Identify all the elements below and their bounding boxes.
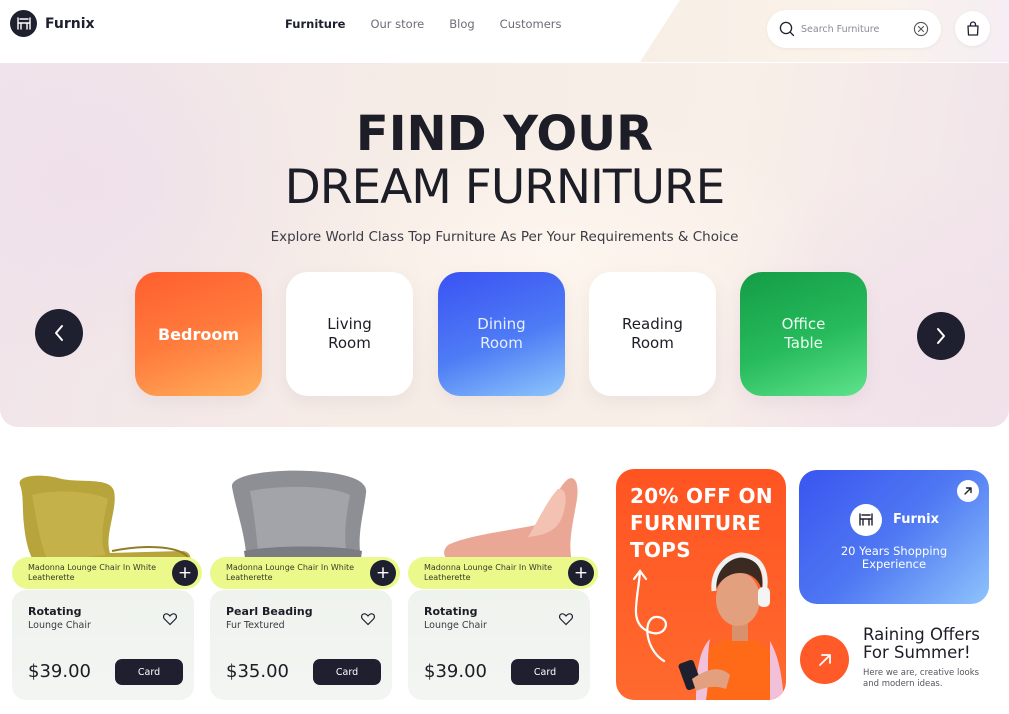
product-subtitle: Lounge Chair: [28, 620, 91, 631]
category-dining-room[interactable]: Dining Room: [438, 272, 565, 396]
product-tag: Madonna Lounge Chair In White Leatherett…: [408, 557, 598, 589]
offer-description: Here we are, creative looks and modern i…: [863, 668, 980, 689]
product-tag: Madonna Lounge Chair In White Leatherett…: [12, 557, 202, 589]
product-price: $35.00: [226, 661, 289, 682]
product-tag-text: Madonna Lounge Chair In White Leatherett…: [226, 563, 355, 582]
carousel-next-button[interactable]: [917, 312, 965, 360]
hero-title-line2: DREAM FURNITURE: [284, 160, 726, 215]
arrow-up-right-icon: [964, 487, 972, 495]
hero-subtitle: Explore World Class Top Furniture As Per…: [270, 229, 739, 245]
chevron-left-icon: [55, 325, 63, 341]
search-box[interactable]: [767, 10, 941, 48]
card-button[interactable]: Card: [313, 659, 381, 685]
product-name: Pearl Beading: [226, 605, 313, 618]
search-icon: [779, 21, 795, 37]
logo-text: Furnix: [45, 15, 95, 32]
promo-headline: 20% OFF ON FURNITURE TOPS: [630, 484, 773, 562]
heart-icon[interactable]: [558, 611, 574, 627]
card-button[interactable]: Card: [115, 659, 183, 685]
arrow-up-right-icon: [818, 653, 831, 666]
product-card[interactable]: Madonna Lounge Chair In White Leatherett…: [210, 465, 400, 701]
header: Furnix Furniture Our store Blog Customer…: [0, 0, 1009, 62]
nav-item-customers[interactable]: Customers: [500, 17, 562, 31]
add-to-cart-button[interactable]: +: [172, 560, 198, 586]
offer-button[interactable]: [800, 635, 849, 684]
carousel-prev-button[interactable]: [35, 309, 83, 357]
product-price: $39.00: [424, 661, 487, 682]
nav-item-our-store[interactable]: Our store: [370, 17, 424, 31]
nav-item-blog[interactable]: Blog: [449, 17, 474, 31]
category-label: Dining Room: [477, 315, 526, 352]
product-subtitle: Lounge Chair: [424, 620, 487, 631]
search-input[interactable]: [801, 23, 911, 35]
product-tag: Madonna Lounge Chair In White Leatherett…: [210, 557, 400, 589]
category-label: Living Room: [327, 315, 372, 352]
card-button[interactable]: Card: [511, 659, 579, 685]
category-bedroom[interactable]: Bedroom: [135, 272, 262, 396]
product-name: Rotating: [424, 605, 478, 618]
close-icon[interactable]: [913, 21, 929, 37]
product-card[interactable]: Madonna Lounge Chair In White Leatherett…: [12, 465, 202, 701]
brand-description: 20 Years Shopping Experience: [840, 544, 948, 571]
logo[interactable]: Furnix: [10, 10, 95, 37]
product-subtitle: Fur Textured: [226, 620, 285, 631]
product-card[interactable]: Madonna Lounge Chair In White Leatherett…: [408, 465, 598, 701]
add-to-cart-button[interactable]: +: [370, 560, 396, 586]
offer-title: Raining Offers For Summer!: [863, 625, 980, 662]
product-tag-text: Madonna Lounge Chair In White Leatherett…: [28, 563, 157, 582]
brand-chair-icon: [850, 504, 882, 536]
shopping-bag-icon: [966, 21, 979, 36]
category-office-table[interactable]: Office Table: [740, 272, 867, 396]
heart-icon[interactable]: [162, 611, 178, 627]
plus-icon: +: [573, 562, 589, 583]
brand-name: Furnix: [893, 512, 939, 527]
category-label: Bedroom: [157, 324, 240, 344]
product-tag-text: Madonna Lounge Chair In White Leatherett…: [424, 563, 553, 582]
hero-title-line1: FIND YOUR: [355, 106, 654, 162]
category-reading-room[interactable]: Reading Room: [589, 272, 716, 396]
category-living-room[interactable]: Living Room: [286, 272, 413, 396]
shopping-bag-button[interactable]: [955, 11, 990, 46]
brand-link-button[interactable]: [957, 480, 979, 502]
main-nav: Furniture Our store Blog Customers: [285, 17, 587, 31]
category-label: Office Table: [781, 315, 826, 352]
chevron-right-icon: [937, 328, 945, 344]
plus-icon: +: [375, 562, 391, 583]
product-name: Rotating: [28, 605, 82, 618]
category-label: Reading Room: [622, 315, 683, 352]
promo-card[interactable]: 20% OFF ON FURNITURE TOPS: [616, 469, 786, 700]
nav-item-furniture[interactable]: Furniture: [285, 17, 345, 31]
plus-icon: +: [177, 562, 193, 583]
add-to-cart-button[interactable]: +: [568, 560, 594, 586]
logo-chair-icon: [10, 10, 37, 37]
product-price: $39.00: [28, 661, 91, 682]
heart-icon[interactable]: [360, 611, 376, 627]
